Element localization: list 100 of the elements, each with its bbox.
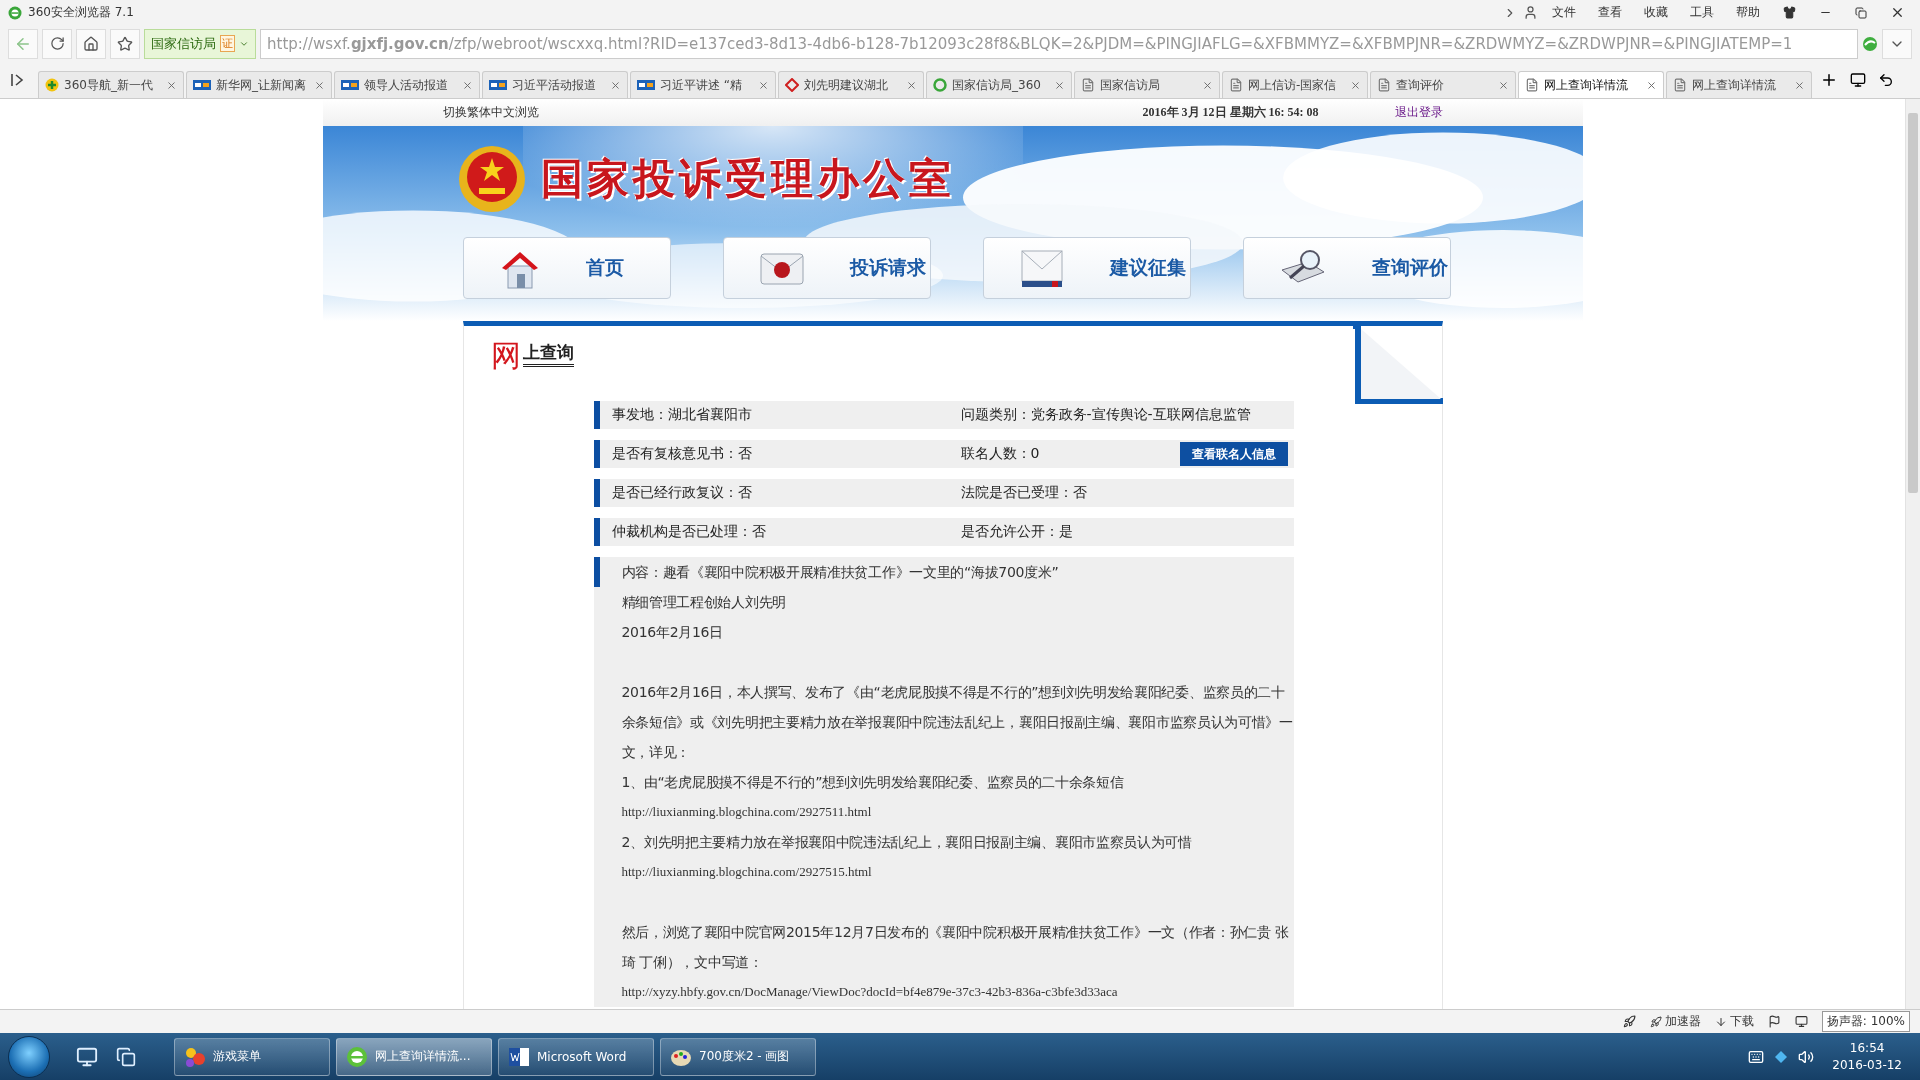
browser-tab[interactable]: 网上信访-国家信 (1222, 71, 1368, 98)
home-button[interactable] (76, 28, 106, 59)
download-button[interactable]: 下载 (1714, 1013, 1754, 1030)
browser-tab[interactable]: 习近平讲述 “精 (630, 71, 776, 98)
browser-tab[interactable]: 新华网_让新闻离 (186, 71, 332, 98)
info-field: 法院是否已受理：否 (960, 484, 1294, 502)
nav-button[interactable]: 建议征集 (982, 237, 1191, 299)
keyboard-icon[interactable] (1748, 1048, 1765, 1065)
taskbar-item[interactable]: 网上查询详情流... (336, 1037, 492, 1076)
close-icon[interactable] (314, 79, 325, 91)
rocket-icon (1649, 1015, 1662, 1028)
browser-logo-icon (8, 5, 22, 20)
logout-link[interactable]: 退出登录 (1394, 104, 1583, 121)
flag-icon[interactable] (1767, 1015, 1781, 1028)
volume-icon[interactable] (1798, 1048, 1815, 1065)
browser-tab[interactable]: 刘先明建议湖北 (778, 71, 924, 98)
browser-tab[interactable]: 习近平活动报道 (482, 71, 628, 98)
nav-button[interactable]: 投诉请求 (722, 237, 931, 299)
content-paragraph: 2016年2月16日 (621, 623, 724, 642)
date-time: 2016年 3月 12日 星期六 16: 54: 08 (1142, 104, 1320, 121)
emblem-icon (456, 143, 527, 214)
info-field: 是否有复核意见书：否 (611, 445, 961, 463)
site-identity-badge[interactable]: 国家信访局 证 (144, 28, 256, 59)
traditional-chinese-link[interactable]: 切换繁体中文浏览 (442, 104, 1143, 121)
page-icon (1673, 78, 1687, 92)
info-field: 仲裁机构是否已处理：否 (611, 523, 961, 541)
menu-item[interactable]: 帮助 (1728, 4, 1768, 21)
menu-item[interactable]: 工具 (1682, 4, 1722, 21)
refresh-button[interactable] (42, 28, 72, 59)
taskbar-item[interactable]: 700度米2 - 画图 (660, 1037, 816, 1076)
news-icon (193, 79, 211, 91)
close-icon[interactable] (1350, 79, 1361, 91)
page-icon (1229, 78, 1243, 92)
news-icon (489, 79, 507, 91)
close-icon[interactable] (1794, 79, 1805, 91)
content-paragraph: 内容：趣看《襄阳中院积极开展精准扶贫工作》一文里的“海拔700度米” (621, 563, 1060, 582)
content-link[interactable]: http://liuxianming.blogchina.com/2927515.html (621, 857, 1294, 887)
accelerator-button[interactable]: 加速器 (1649, 1013, 1701, 1030)
taskbar-item[interactable]: Microsoft Word (498, 1037, 654, 1076)
new-tab-icon[interactable] (1820, 71, 1838, 89)
content-link[interactable]: http://xyzy.hbfy.gov.cn/DocManage/ViewDoc?docId=bf4e879e-37c3-42b3-836a-c3bfe3d33aca (621, 977, 1294, 1007)
rocket-icon[interactable] (1622, 1015, 1636, 1028)
close-icon[interactable] (462, 79, 473, 91)
volume-indicator[interactable]: 扬声器: 100% (1821, 1011, 1910, 1032)
browser-tab[interactable]: 网上查询详情流 (1666, 71, 1812, 98)
plus-circle-icon (45, 78, 59, 92)
close-icon[interactable] (1202, 79, 1213, 91)
browser-tab[interactable]: 领导人活动报道 (334, 71, 480, 98)
menu-item[interactable]: 查看 (1590, 4, 1630, 21)
shirt-icon (1782, 6, 1796, 19)
restore-icon (1855, 6, 1867, 19)
favorite-button[interactable] (110, 28, 140, 59)
content-paragraph: 然后，浏览了襄阳中院官网2015年12月7日发布的《襄阳中院积极开展精准扶贫工作》一文（作者：孙仁贵 张琦 丁俐），文中写道： (621, 923, 1290, 972)
clock[interactable]: 16:54 2016-03-12 (1824, 1039, 1912, 1074)
certificate-badge: 证 (220, 35, 235, 52)
close-icon[interactable] (906, 79, 917, 91)
diamond-icon (785, 78, 799, 92)
page-icon (1377, 78, 1391, 92)
nav-button[interactable]: 首页 (462, 237, 671, 299)
content-paragraph: 2016年2月16日，本人撰写、发布了《由“老虎屁股摸不得是不行的”想到刘先明发给襄阳纪委、监察员的二十余条短信》或《刘先明把主要精力放在举报襄阳中院违法乱纪上，襄阳日报副主编、襄阳市监察员认为可惜》一文，详见： (621, 683, 1294, 762)
browser-tab[interactable]: 国家信访局 (1074, 71, 1220, 98)
close-icon[interactable] (166, 79, 177, 91)
info-field: 是否已经行政复议：否 (611, 484, 961, 502)
network-icon[interactable] (1774, 1049, 1789, 1064)
browser-tab[interactable]: 国家信访局_360 (926, 71, 1072, 98)
download-icon (1714, 1015, 1727, 1028)
info-field: 问题类别：党务政务-宣传舆论-互联网信息监管 (960, 406, 1294, 424)
menu-item[interactable]: 文件 (1544, 4, 1584, 21)
browser-tab[interactable]: 网上查询详情流 (1518, 71, 1664, 98)
close-icon[interactable] (758, 79, 769, 91)
close-icon[interactable] (1054, 79, 1065, 91)
close-icon[interactable] (1646, 79, 1657, 91)
start-button[interactable] (8, 1035, 50, 1078)
content-paragraph: 精细管理工程创始人刘先明 (621, 593, 787, 612)
close-icon[interactable] (610, 79, 621, 91)
desktop-icon[interactable] (76, 1045, 98, 1068)
page-icon (1081, 78, 1095, 92)
window-title: 360安全浏览器 7.1 (28, 4, 134, 21)
site-name: 国家信访局 (151, 34, 216, 53)
windows-icon[interactable] (116, 1046, 136, 1067)
scrollbar[interactable] (1905, 99, 1920, 1009)
star-icon (117, 35, 133, 52)
news-icon (637, 79, 655, 91)
undo-icon[interactable] (1878, 72, 1894, 88)
content-paragraph: 2、刘先明把主要精力放在举报襄阳中院违法乱纪上，襄阳日报副主编、襄阳市监察员认为可惜 (621, 833, 1193, 852)
browser-tab[interactable]: 360导航_新一代 (38, 71, 184, 98)
section-title: 上查询 (522, 341, 574, 367)
menu-item[interactable]: 收藏 (1636, 4, 1676, 21)
home-icon (83, 35, 99, 52)
taskbar-item[interactable]: 游戏菜单 (174, 1037, 330, 1076)
page-icon (1525, 78, 1539, 92)
content-link[interactable]: http://liuxianming.blogchina.com/2927511.html (621, 797, 1294, 827)
view-cosigners-button[interactable]: 查看联名人信息 (1179, 442, 1288, 466)
scrollbar-thumb[interactable] (1908, 113, 1918, 493)
nav-button[interactable]: 查询评价 (1242, 237, 1451, 299)
heading-mark: 网 (490, 341, 521, 371)
browser-tab[interactable]: 查询评价 (1370, 71, 1516, 98)
user-icon[interactable] (1523, 5, 1538, 20)
close-icon[interactable] (1498, 79, 1509, 91)
screen-icon[interactable] (1794, 1015, 1808, 1028)
